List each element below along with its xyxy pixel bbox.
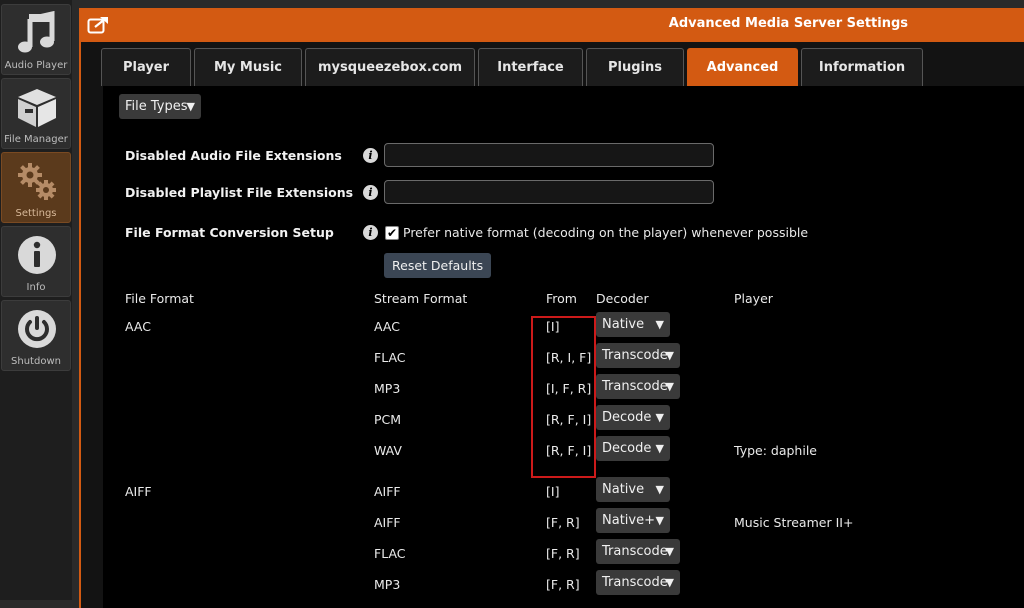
sidebar-divider [72,0,79,600]
row-player: Music Streamer II+ [734,515,854,530]
sidebar-item-label: Info [26,282,46,293]
gears-icon [18,163,56,200]
decoder-select[interactable]: Transcode ▼ [596,374,680,399]
row-stream-format: MP3 [374,381,401,396]
tab-advanced[interactable]: Advanced [687,48,798,86]
column-header-decoder: Decoder [596,291,649,306]
sidebar-item-label: Audio Player [4,60,68,71]
decoder-select[interactable]: Native ▼ [596,477,670,502]
sidebar-item-audio-player[interactable]: Audio Player [1,4,71,75]
chevron-down-icon: ▼ [665,349,674,362]
row-stream-format: FLAC [374,350,406,365]
decoder-select[interactable]: Decode ▼ [596,436,670,461]
settings-panel: Advanced Media Server Settings Player My… [79,8,1024,608]
row-from: [I] [546,319,560,334]
info-icon[interactable]: i [363,185,378,200]
sidebar-item-file-manager[interactable]: File Manager [1,78,71,149]
row-stream-format: AIFF [374,515,401,530]
decoder-select[interactable]: Native ▼ [596,312,670,337]
decoder-value: Native+ [602,513,655,528]
decoder-value: Native [602,317,645,332]
info-icon[interactable]: i [363,148,378,163]
decoder-select[interactable]: Transcode ▼ [596,539,680,564]
decoder-value: Native [602,482,645,497]
decoder-select[interactable]: Transcode ▼ [596,570,680,595]
row-file-format: AAC [125,319,151,334]
row-from: [R, F, I] [546,443,592,458]
chevron-down-icon: ▼ [655,514,664,527]
chevron-down-icon: ▼ [665,380,674,393]
decoder-select[interactable]: Decode ▼ [596,405,670,430]
disabled-audio-label: Disabled Audio File Extensions [125,148,342,163]
tab-plugins[interactable]: Plugins [586,48,684,86]
chevron-down-icon: ▼ [655,318,664,331]
page-title: Advanced Media Server Settings [668,16,908,31]
row-from: [R, F, I] [546,412,592,427]
file-types-dropdown[interactable]: File Types ▼ [119,94,201,119]
chevron-down-icon: ▼ [665,576,674,589]
reset-defaults-button[interactable]: Reset Defaults [384,253,492,278]
music-note-icon [18,11,55,53]
dropdown-label: File Types [125,99,188,114]
sidebar-item-shutdown[interactable]: Shutdown [1,300,71,371]
row-stream-format: WAV [374,443,402,458]
disabled-playlist-label: Disabled Playlist File Extensions [125,185,354,200]
tab-my-music[interactable]: My Music [194,48,302,86]
column-header-file-format: File Format [125,291,194,306]
column-header-stream-format: Stream Format [374,291,468,306]
tab-interface[interactable]: Interface [478,48,583,86]
chevron-down-icon: ▼ [655,411,664,424]
disabled-audio-input[interactable] [384,143,714,167]
tab-content: File Types ▼ Disabled Audio File Extensi… [103,86,1024,608]
column-header-from: From [546,291,577,306]
row-stream-format: PCM [374,412,402,427]
column-header-player: Player [734,291,773,306]
conversion-setup-label: File Format Conversion Setup [125,225,334,240]
row-stream-format: AIFF [374,484,401,499]
decoder-value: Decode [602,410,652,425]
chevron-down-icon: ▼ [186,100,195,113]
decoder-select[interactable]: Native+ ▼ [596,508,670,533]
tab-mysqueezebox[interactable]: mysqueezebox.com [305,48,475,86]
decoder-value: Transcode [602,348,668,363]
info-icon [18,236,56,274]
chevron-down-icon: ▼ [655,483,664,496]
prefer-native-checkbox[interactable]: ✔ [385,226,399,240]
disabled-playlist-input[interactable] [384,180,714,204]
sidebar-item-settings[interactable]: Settings [1,152,71,223]
row-from: [F, R] [546,546,580,561]
info-icon[interactable]: i [363,225,378,240]
row-from: [F, R] [546,515,580,530]
row-from: [F, R] [546,577,580,592]
box-icon [18,89,56,127]
sidebar-item-info[interactable]: Info [1,226,71,297]
title-bar: Advanced Media Server Settings [81,8,1024,42]
chevron-down-icon: ▼ [665,545,674,558]
sidebar: Audio Player File Manager Settings Info … [0,0,74,600]
tab-information[interactable]: Information [801,48,923,86]
row-stream-format: AAC [374,319,400,334]
row-player: Type: daphile [734,443,817,458]
decoder-select[interactable]: Transcode ▼ [596,343,680,368]
row-from: [I, F, R] [546,381,592,396]
row-from: [I] [546,484,560,499]
decoder-value: Transcode [602,575,668,590]
tab-player[interactable]: Player [101,48,191,86]
prefer-native-label: Prefer native format (decoding on the pl… [403,225,809,240]
sidebar-item-label: Settings [15,208,57,219]
row-stream-format: MP3 [374,577,401,592]
row-stream-format: FLAC [374,546,406,561]
power-icon [18,310,56,348]
decoder-value: Decode [602,441,652,456]
chevron-down-icon: ▼ [655,442,664,455]
sidebar-item-label: File Manager [4,134,68,145]
decoder-value: Transcode [602,379,668,394]
sidebar-item-label: Shutdown [11,356,61,367]
decoder-value: Transcode [602,544,668,559]
row-from: [R, I, F] [546,350,592,365]
row-file-format: AIFF [125,484,152,499]
